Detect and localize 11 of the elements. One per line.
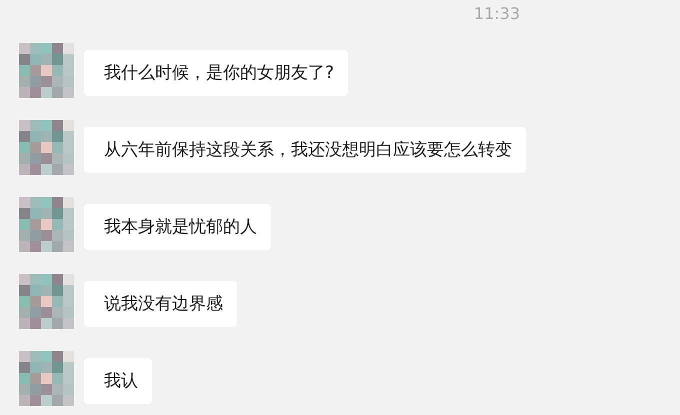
message-bubble: 我认: [84, 358, 152, 404]
message-bubble: 我本身就是忧郁的人: [84, 204, 271, 250]
avatar-mosaic[interactable]: [19, 43, 74, 98]
timestamp: 11:33: [474, 3, 520, 25]
avatar-mosaic[interactable]: [19, 351, 74, 406]
message-bubble: 我什么时候，是你的女朋友了?: [84, 50, 348, 96]
avatar-mosaic[interactable]: [19, 120, 74, 175]
avatar-mosaic[interactable]: [19, 274, 74, 329]
avatar-mosaic[interactable]: [19, 197, 74, 252]
message-bubble: 从六年前保持这段关系，我还没想明白应该要怎么转变: [84, 127, 526, 173]
message-bubble: 说我没有边界感: [84, 281, 237, 327]
